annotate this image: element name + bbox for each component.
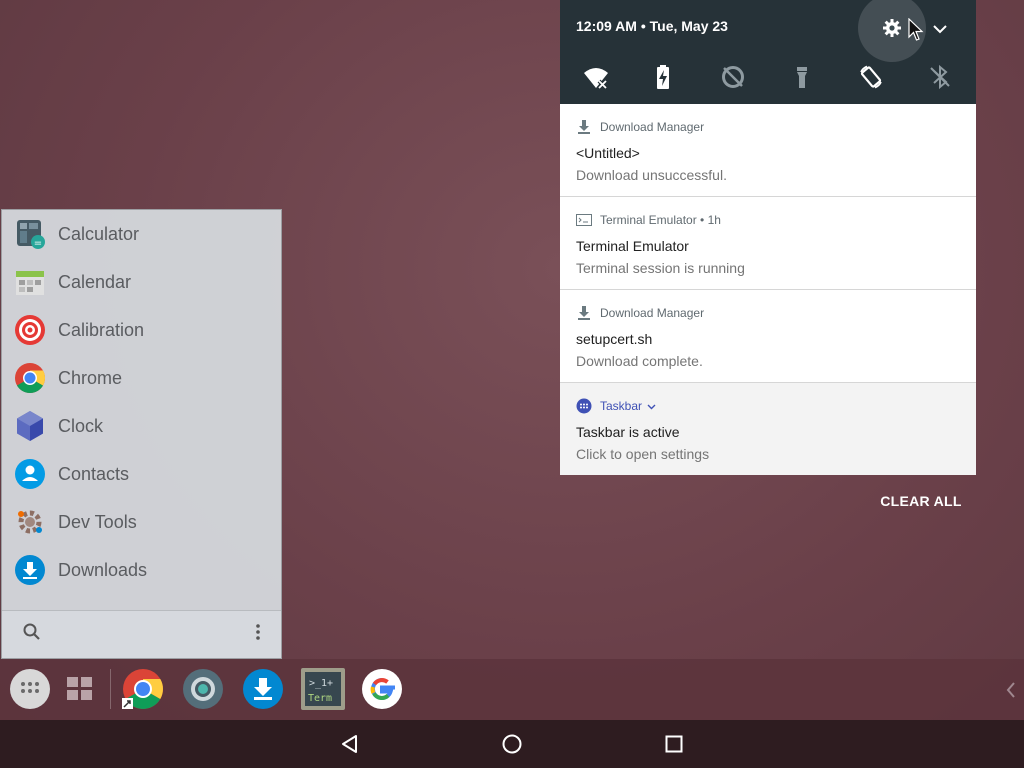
notification-taskbar[interactable]: Taskbar Taskbar is active Click to open … [560, 383, 976, 475]
chrome-icon[interactable] [122, 668, 164, 710]
camera-icon[interactable] [182, 668, 224, 710]
notification-title: Taskbar is active [576, 424, 680, 440]
app-label: Calculator [58, 223, 140, 244]
taskbar: >_1+ Term [0, 659, 1024, 720]
app-item-calibration[interactable]: Calibration [2, 306, 281, 354]
calculator-icon: = [14, 218, 46, 250]
flashlight-icon[interactable] [789, 64, 815, 90]
download-icon [14, 554, 46, 586]
app-item-clock[interactable]: Clock [2, 402, 281, 450]
clock-icon [14, 410, 46, 442]
notification-text: Click to open settings [576, 446, 710, 462]
app-label: Downloads [58, 559, 148, 580]
notification-text: Download unsuccessful. [576, 167, 727, 183]
notification-terminal[interactable]: Terminal Emulator • 1h Terminal Emulator… [560, 197, 976, 290]
taskbar-divider [110, 669, 111, 709]
more-vert-icon[interactable] [255, 623, 261, 646]
notification-app-name: Download Manager [600, 120, 705, 134]
app-item-downloads[interactable]: Downloads [2, 546, 281, 594]
terminal-icon [576, 212, 592, 228]
wifi-off-icon[interactable] [583, 64, 609, 90]
chevron-down-icon[interactable] [647, 399, 656, 413]
download-icon [576, 305, 592, 321]
chrome-icon [14, 362, 46, 394]
notification-title: <Untitled> [576, 145, 640, 161]
notification-title: setupcert.sh [576, 331, 653, 347]
app-item-contacts[interactable]: Contacts [2, 450, 281, 498]
taskbar-icon [576, 398, 592, 414]
terminal-icon[interactable]: >_1+ Term [301, 668, 345, 710]
drawer-search-bar[interactable] [2, 610, 281, 658]
recents-grid-icon[interactable] [59, 668, 101, 710]
app-list[interactable]: = Calculator Calendar Calibration Chrome [2, 210, 281, 610]
notification-app-name: Terminal Emulator • 1h [600, 213, 721, 227]
app-item-dev-tools[interactable]: Dev Tools [2, 498, 281, 546]
notification-download-complete[interactable]: Download Manager setupcert.sh Download c… [560, 290, 976, 383]
app-label: Chrome [58, 367, 123, 388]
svg-text:>_1+: >_1+ [309, 678, 333, 689]
google-icon[interactable] [361, 668, 403, 710]
back-icon[interactable] [338, 732, 362, 756]
search-icon[interactable] [22, 622, 42, 647]
calendar-icon [14, 266, 46, 298]
app-label: Dev Tools [58, 511, 137, 532]
notification-app-name: Download Manager [600, 306, 705, 320]
notification-app-name: Taskbar [600, 399, 643, 413]
app-label: Calibration [58, 319, 145, 340]
expand-chevron-icon[interactable] [932, 22, 948, 34]
app-item-calendar[interactable]: Calendar [2, 258, 281, 306]
mouse-cursor-icon [908, 17, 924, 42]
start-menu: = Calculator Calendar Calibration Chrome [1, 209, 282, 659]
contacts-icon [14, 458, 46, 490]
svg-text:=: = [34, 238, 42, 249]
bluetooth-off-icon[interactable] [927, 64, 953, 90]
target-icon [14, 314, 46, 346]
notification-text: Terminal session is running [576, 260, 745, 276]
app-label: Calendar [58, 271, 132, 292]
gear-icon[interactable] [882, 18, 902, 38]
status-time-date: 12:09 AM • Tue, May 23 [576, 18, 728, 34]
terminal-icon-label: Term [308, 693, 332, 704]
battery-charging-icon[interactable] [650, 64, 676, 90]
notification-title: Terminal Emulator [576, 238, 689, 254]
gear-icon [14, 506, 46, 538]
chevron-left-icon[interactable] [1004, 681, 1018, 699]
data-saver-icon[interactable] [720, 64, 746, 90]
app-item-chrome[interactable]: Chrome [2, 354, 281, 402]
app-drawer-icon[interactable] [9, 668, 51, 710]
home-icon[interactable] [500, 732, 524, 756]
notification-text: Download complete. [576, 353, 703, 369]
downloads-icon[interactable] [242, 668, 284, 710]
clear-all-button[interactable]: CLEAR ALL [878, 490, 964, 512]
auto-rotate-icon[interactable] [858, 64, 884, 90]
app-label: Contacts [58, 463, 130, 484]
app-item-calculator[interactable]: = Calculator [2, 210, 281, 258]
notification-download-failed[interactable]: Download Manager <Untitled> Download uns… [560, 104, 976, 197]
app-label: Clock [58, 415, 104, 436]
navigation-bar [0, 720, 1024, 768]
recents-icon[interactable] [662, 732, 686, 756]
download-icon [576, 119, 592, 135]
